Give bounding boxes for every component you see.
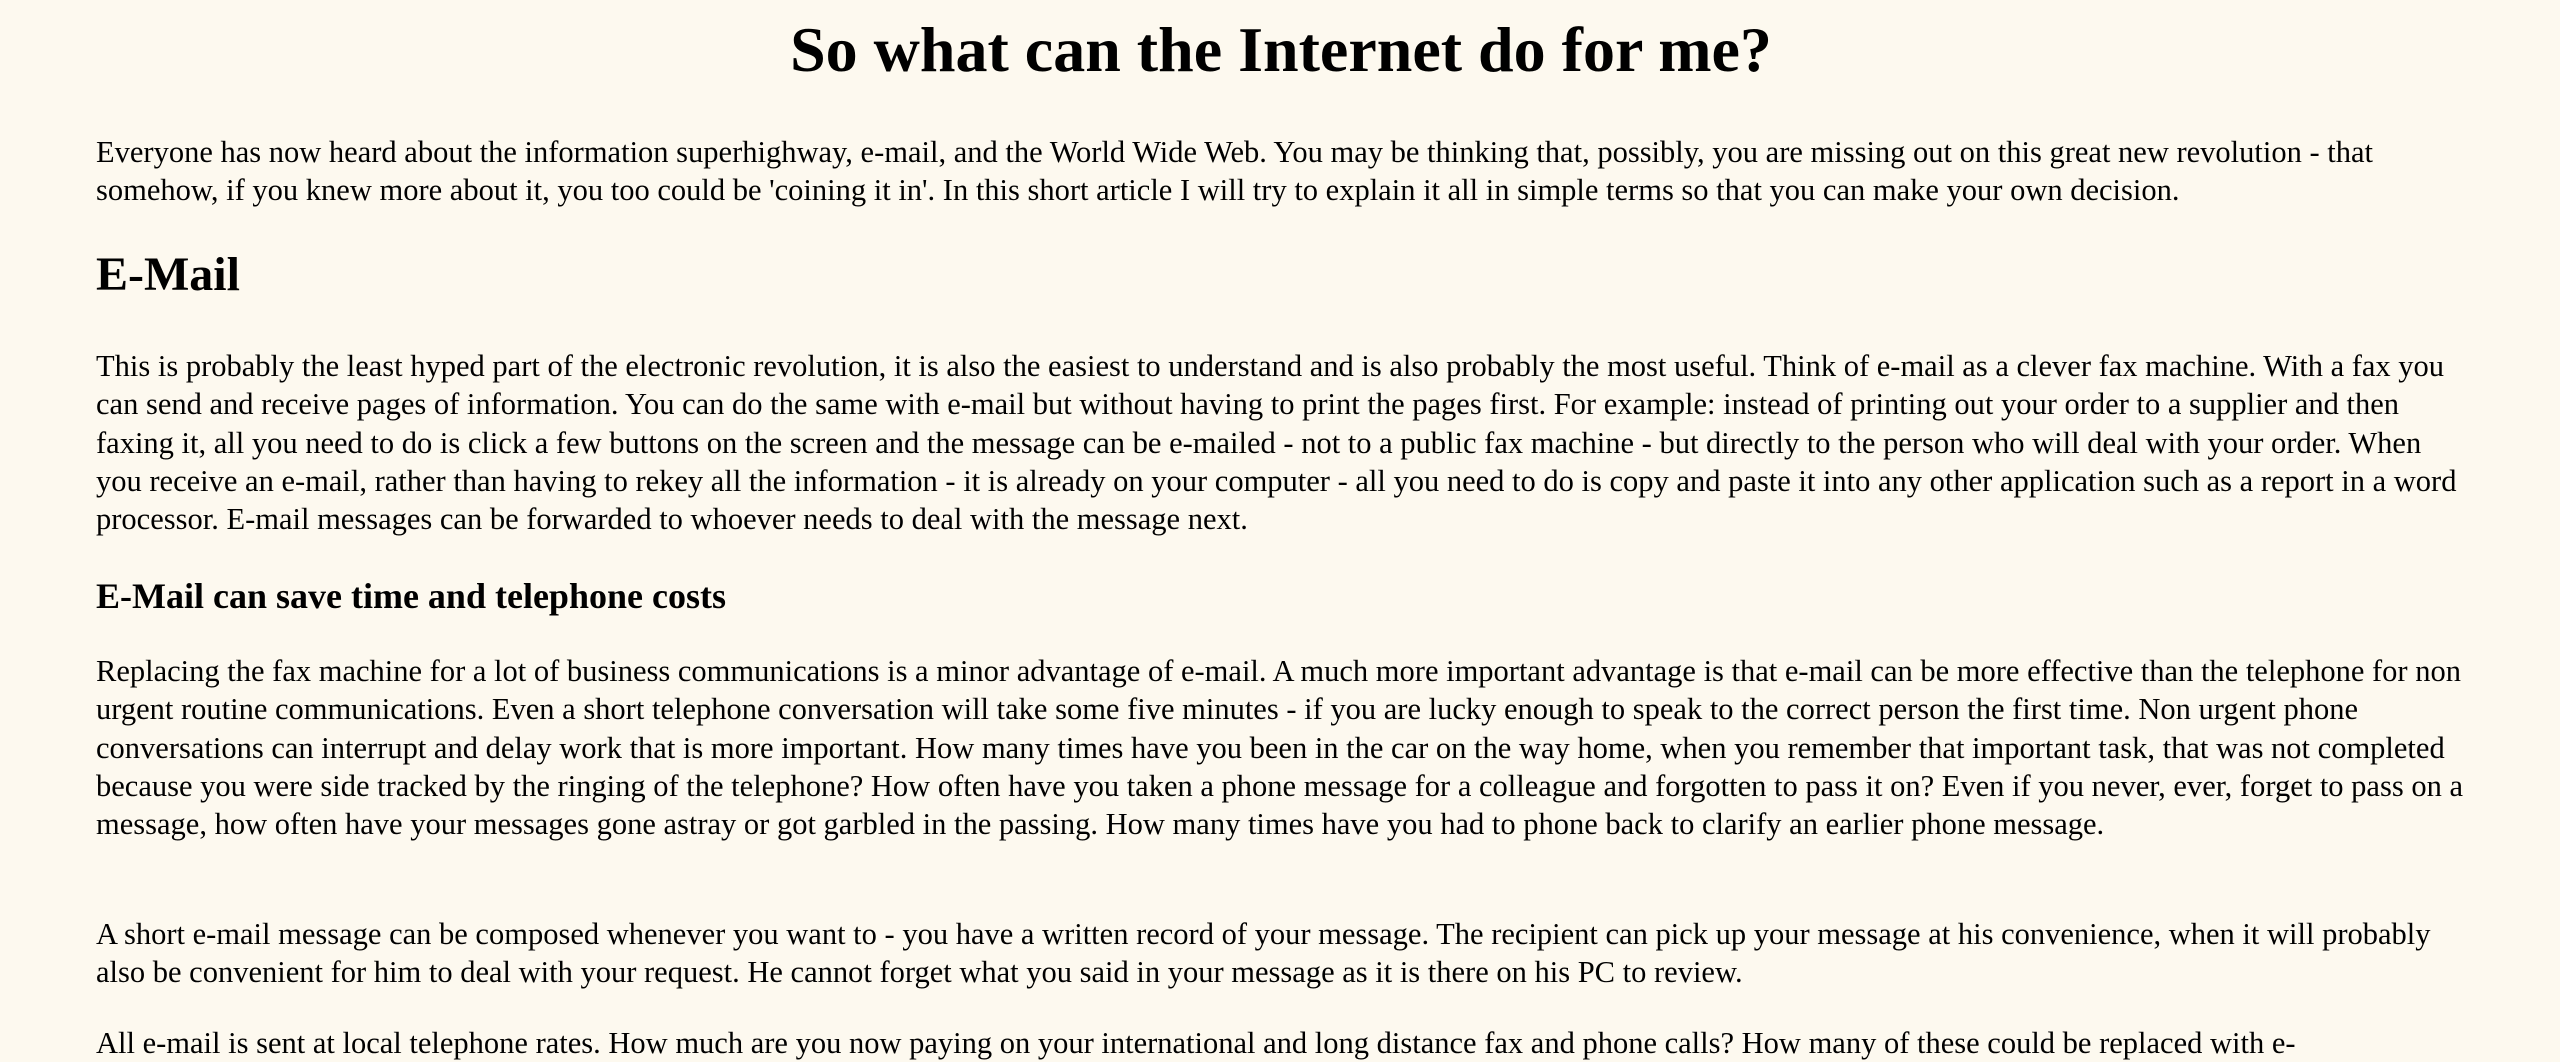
save-costs-paragraph-1: Replacing the fax machine for a lot of b… <box>96 654 2463 842</box>
email-paragraph: This is probably the least hyped part of… <box>96 349 2457 537</box>
save-costs-paragraph-3: All e-mail is sent at local telephone ra… <box>96 1026 2296 1060</box>
save-costs-paragraph-2: A short e-mail message can be composed w… <box>96 917 2431 990</box>
page-title: So what can the Internet do for me? <box>790 14 1772 85</box>
page: So what can the Internet do for me? Ever… <box>0 0 2560 1062</box>
section-heading-save-costs: E-Mail can save time and telephone costs <box>96 576 726 616</box>
intro-paragraph: Everyone has now heard about the informa… <box>96 135 2373 208</box>
section-heading-email: E-Mail <box>96 248 240 301</box>
article: So what can the Internet do for me? Ever… <box>96 0 2466 1060</box>
